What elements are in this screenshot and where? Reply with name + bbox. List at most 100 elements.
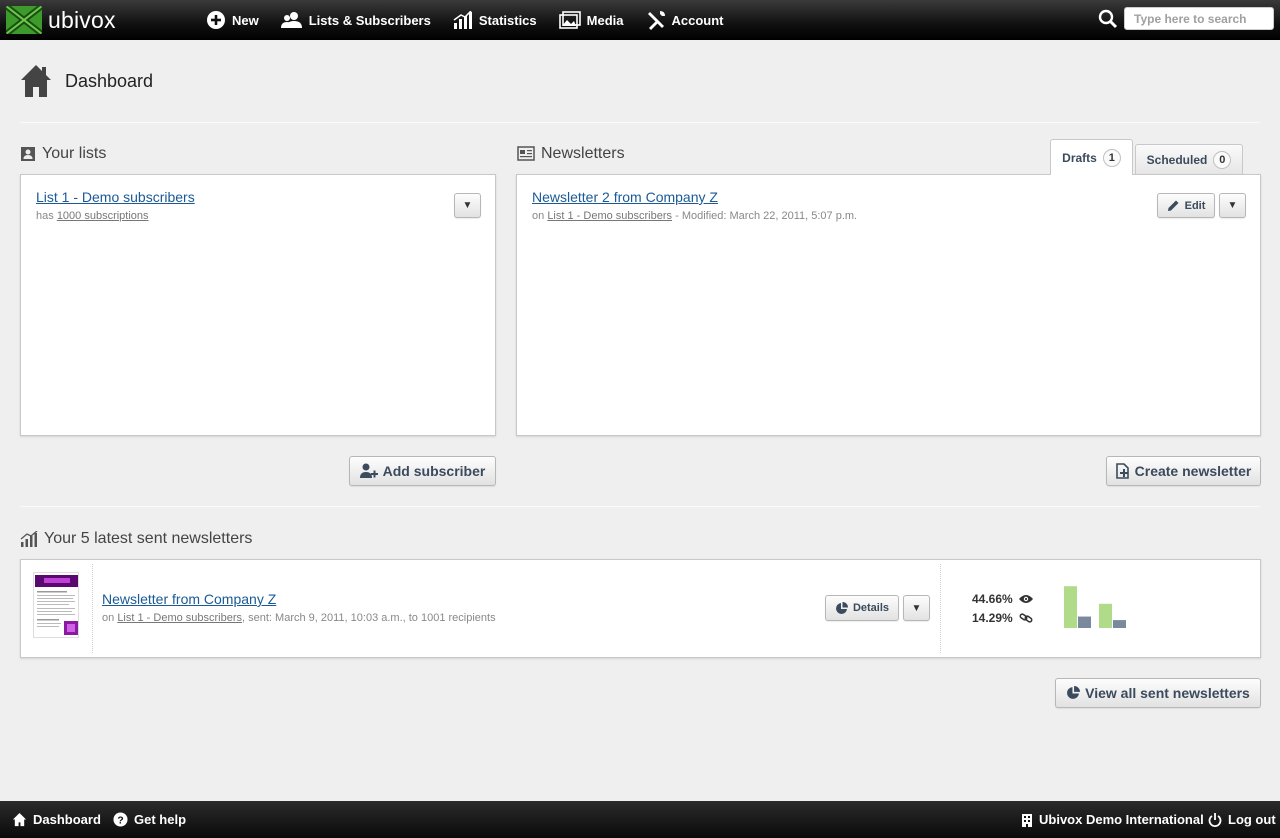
pie-chart-icon [1067, 686, 1081, 699]
images-icon [558, 11, 581, 29]
nav-lists-subscribers[interactable]: Lists & Subscribers [280, 11, 431, 29]
list-item: List 1 - Demo subscribers has 1000 subsc… [36, 189, 195, 222]
edit-button-label: Edit [1184, 199, 1206, 212]
svg-text:?: ? [117, 815, 123, 826]
mini-chart-bar [1099, 603, 1112, 628]
logo-mark-icon [6, 6, 42, 34]
click-rate-value: 14.29% [972, 611, 1013, 625]
nav-new[interactable]: New [206, 10, 259, 30]
logo-text: ubivox [48, 6, 116, 33]
add-subscriber-button[interactable]: Add subscriber [349, 456, 496, 486]
chevron-down-icon: ▼ [1227, 200, 1238, 211]
header-divider [20, 122, 1260, 123]
newsletter-meta-prefix: on [532, 210, 545, 222]
newsletter-options-dropdown[interactable]: ▼ [1219, 193, 1246, 218]
building-icon [1022, 813, 1032, 827]
pie-chart-icon [835, 601, 848, 614]
newsletter-name-link[interactable]: Newsletter 2 from Company Z [532, 189, 718, 205]
chevron-down-icon: ▼ [911, 602, 922, 614]
page-title: Dashboard [65, 70, 154, 91]
details-button[interactable]: Details [825, 595, 899, 621]
sent-newsletter-meta: on List 1 - Demo subscribers, sent: Marc… [102, 612, 496, 624]
sent-options-dropdown[interactable]: ▼ [903, 595, 930, 621]
stats-divider [940, 564, 941, 653]
list-meta-prefix: has [36, 210, 54, 222]
list-options-dropdown[interactable]: ▼ [454, 193, 481, 218]
stats-icon [20, 531, 38, 547]
edit-button[interactable]: Edit [1157, 193, 1215, 218]
newsletter-preview-image [35, 575, 78, 635]
mini-chart-bar [1064, 586, 1077, 628]
newsletters-title: Newsletters [541, 145, 625, 162]
home-icon [21, 65, 51, 97]
drafts-count-badge: 1 [1102, 148, 1121, 167]
list-name-link[interactable]: List 1 - Demo subscribers [36, 189, 195, 205]
open-rate-value: 44.66% [972, 592, 1013, 606]
bar-chart-icon [453, 11, 472, 29]
plus-circle-icon [207, 11, 225, 29]
newsletter-modified: - Modified: March 22, 2011, 5:07 p.m. [675, 210, 858, 222]
footer-dashboard-label: Dashboard [33, 812, 101, 827]
footer-bar: Dashboard ? Get help Ubivox Demo Interna… [0, 801, 1280, 838]
sent-meta-prefix: on [102, 612, 115, 624]
click-rate-stat: 14.29% [972, 611, 1033, 625]
create-newsletter-button[interactable]: Create newsletter [1106, 456, 1261, 486]
link-icon [1019, 613, 1033, 623]
sent-newsletter-link[interactable]: Newsletter from Company Z [102, 591, 276, 607]
page-header: Dashboard [20, 64, 153, 98]
help-icon: ? [113, 812, 128, 827]
thumb-divider [92, 564, 93, 653]
main-nav: New Lists & Subscribers Statistics Media… [206, 0, 746, 40]
list-subscriptions-link[interactable]: 1000 subscriptions [57, 210, 149, 222]
newsletters-panel: Newsletter 2 from Company Z on List 1 - … [516, 174, 1261, 436]
footer-help-link[interactable]: ? Get help [113, 812, 186, 827]
view-all-sent-button[interactable]: View all sent newsletters [1055, 678, 1261, 708]
sent-list-link[interactable]: List 1 - Demo subscribers [117, 612, 242, 624]
footer-help-label: Get help [134, 812, 187, 827]
newsletter-meta: on List 1 - Demo subscribers - Modified:… [532, 210, 857, 222]
search-input[interactable] [1124, 7, 1274, 30]
nav-media[interactable]: Media [558, 11, 624, 29]
lists-section-title: Your lists [20, 145, 106, 163]
add-user-icon [359, 463, 378, 478]
lists-title: Your lists [42, 145, 107, 162]
mini-chart-bar [1113, 620, 1126, 628]
section-divider [20, 506, 1260, 507]
tab-scheduled[interactable]: Scheduled 0 [1135, 144, 1243, 174]
power-icon [1208, 812, 1222, 827]
mini-rate-chart [1064, 586, 1126, 628]
sent-meta-text: , sent: March 9, 2011, 10:03 a.m., to 10… [242, 612, 496, 624]
scheduled-count-badge: 0 [1213, 150, 1232, 169]
chevron-down-icon: ▼ [462, 200, 473, 211]
nav-account[interactable]: Account [646, 10, 724, 30]
nav-account-label: Account [671, 12, 724, 28]
list-meta: has 1000 subscriptions [36, 210, 195, 222]
sent-section-title: Your 5 latest sent newsletters [20, 530, 252, 548]
sent-panel: Newsletter from Company Z on List 1 - De… [20, 559, 1261, 658]
newsletter-item: Newsletter 2 from Company Z on List 1 - … [532, 189, 857, 222]
footer-logout-label: Log out [1228, 812, 1276, 827]
top-navigation-bar: ubivox New Lists & Subscribers Statistic… [0, 0, 1280, 40]
footer-dashboard-link[interactable]: Dashboard [12, 812, 101, 827]
sent-newsletter-item: Newsletter from Company Z on List 1 - De… [102, 591, 496, 624]
tab-scheduled-label: Scheduled [1146, 152, 1208, 167]
pencil-icon [1167, 200, 1179, 211]
users-icon [280, 12, 302, 28]
footer-org-link[interactable]: Ubivox Demo International [1021, 812, 1204, 827]
tools-icon [647, 11, 665, 30]
newsletter-list-link[interactable]: List 1 - Demo subscribers [547, 210, 672, 222]
nav-media-label: Media [586, 12, 624, 28]
add-subscriber-label: Add subscriber [382, 463, 486, 479]
view-all-sent-label: View all sent newsletters [1085, 685, 1250, 701]
nav-statistics-label: Statistics [478, 12, 537, 28]
newsletters-section-title: Newsletters [517, 145, 625, 163]
logo[interactable]: ubivox [6, 6, 206, 34]
newspaper-icon [517, 146, 535, 161]
nav-statistics[interactable]: Statistics [453, 11, 537, 29]
footer-logout-link[interactable]: Log out [1208, 812, 1276, 827]
create-newsletter-label: Create newsletter [1134, 463, 1252, 479]
newsletter-thumbnail[interactable] [33, 572, 79, 638]
search-icon[interactable] [1098, 9, 1118, 29]
lists-panel: List 1 - Demo subscribers has 1000 subsc… [20, 174, 496, 436]
tab-drafts[interactable]: Drafts 1 [1050, 139, 1133, 175]
